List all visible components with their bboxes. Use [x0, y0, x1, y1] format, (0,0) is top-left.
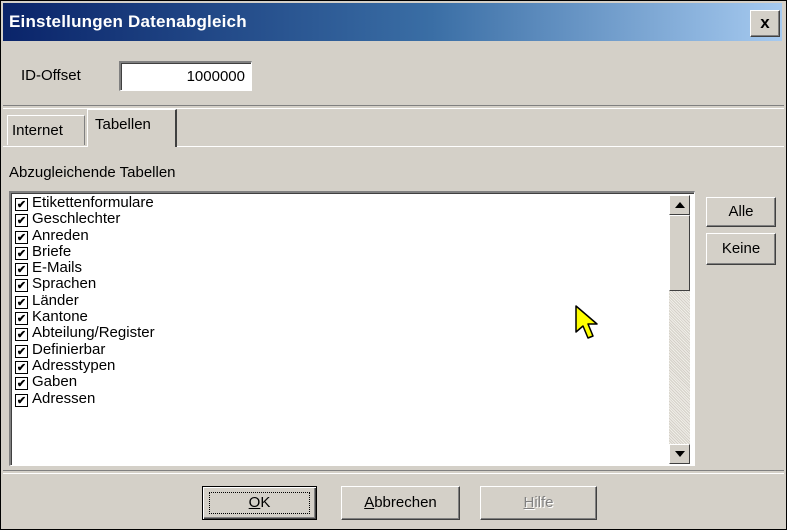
checkbox[interactable]: ✔: [15, 377, 28, 391]
dialog-window: Einstellungen Datenabgleich x ID-Offset …: [0, 0, 787, 530]
ok-button[interactable]: OK: [202, 486, 317, 520]
help-button[interactable]: Hilfe: [480, 486, 597, 520]
list-item[interactable]: ✔ Definierbar: [15, 340, 664, 358]
checkbox[interactable]: ✔: [15, 214, 28, 228]
list-item-label: Abteilung/Register: [32, 324, 155, 342]
close-button[interactable]: x: [750, 10, 780, 37]
tables-group-label: Abzugleichende Tabellen: [9, 164, 176, 181]
arrow-down-icon: [675, 451, 685, 457]
tab-tabellen[interactable]: Tabellen: [87, 109, 177, 147]
close-icon: x: [760, 13, 770, 32]
mouse-cursor-icon: [575, 305, 598, 339]
list-item-label: Sprachen: [32, 275, 97, 293]
list-item[interactable]: ✔ Adresstypen: [15, 356, 664, 374]
list-item[interactable]: ✔ Briefe: [15, 242, 664, 260]
list-item-label: E-Mails: [32, 259, 83, 277]
help-label: ilfe: [534, 494, 554, 511]
id-offset-input[interactable]: 1000000: [119, 61, 252, 91]
list-item-label: Definierbar: [32, 340, 106, 358]
checkbox[interactable]: ✔: [15, 230, 28, 244]
checkbox[interactable]: ✔: [15, 360, 28, 374]
scroll-thumb[interactable]: [669, 215, 690, 291]
list-item[interactable]: ✔ Gaben: [15, 373, 664, 391]
list-item-label: Anreden: [32, 226, 89, 244]
checkbox[interactable]: ✔: [15, 312, 28, 326]
checkbox[interactable]: ✔: [15, 295, 28, 309]
cancel-label: bbrechen: [374, 494, 437, 511]
list-item-label: Länder: [32, 291, 79, 309]
select-all-button[interactable]: Alle: [706, 197, 776, 227]
list-item[interactable]: ✔ E-Mails: [15, 259, 664, 277]
help-mnemonic: H: [523, 494, 535, 511]
divider: [3, 470, 784, 474]
list-item-label: Geschlechter: [32, 210, 121, 228]
checkbox[interactable]: ✔: [15, 393, 28, 407]
list-item-label: Gaben: [32, 373, 78, 391]
list-item[interactable]: ✔ Geschlechter: [15, 210, 664, 228]
cancel-button[interactable]: Abbrechen: [341, 486, 460, 520]
tab-internet[interactable]: Internet: [7, 115, 85, 145]
vertical-scrollbar[interactable]: [669, 195, 690, 464]
scroll-down-button[interactable]: [669, 444, 690, 464]
focus-rect: [209, 492, 310, 514]
tables-list: ✔ Etikettenformulare ✔ Geschlechter ✔ Anreden…: [15, 195, 664, 407]
checkbox[interactable]: ✔: [15, 328, 28, 342]
checkbox[interactable]: ✔: [15, 198, 28, 211]
list-item[interactable]: ✔ Sprachen: [15, 275, 664, 293]
scroll-up-button[interactable]: [669, 195, 690, 215]
list-item-label: Adresstypen: [32, 356, 116, 374]
checkbox[interactable]: ✔: [15, 263, 28, 277]
list-item-label: Briefe: [32, 242, 72, 260]
list-item[interactable]: ✔ Abteilung/Register: [15, 324, 664, 342]
cancel-mnemonic: A: [364, 494, 375, 511]
checkbox[interactable]: ✔: [15, 279, 28, 293]
id-offset-label: ID-Offset: [21, 67, 81, 84]
list-item[interactable]: ✔ Länder: [15, 291, 664, 309]
checkbox[interactable]: ✔: [15, 344, 28, 358]
checkbox[interactable]: ✔: [15, 246, 28, 260]
list-item[interactable]: ✔ Adressen: [15, 389, 664, 407]
list-item[interactable]: ✔ Kantone: [15, 308, 664, 326]
title-bar[interactable]: Einstellungen Datenabgleich x: [3, 3, 782, 41]
select-none-button[interactable]: Keine: [706, 233, 776, 265]
window-title: Einstellungen Datenabgleich: [9, 12, 247, 31]
list-item[interactable]: ✔ Anreden: [15, 226, 664, 244]
arrow-up-icon: [675, 202, 685, 208]
list-item-label: Etikettenformulare: [32, 194, 154, 211]
list-item-label: Kantone: [32, 308, 88, 326]
list-item[interactable]: ✔ Etikettenformulare: [15, 195, 664, 211]
list-item-label: Adressen: [32, 389, 96, 407]
